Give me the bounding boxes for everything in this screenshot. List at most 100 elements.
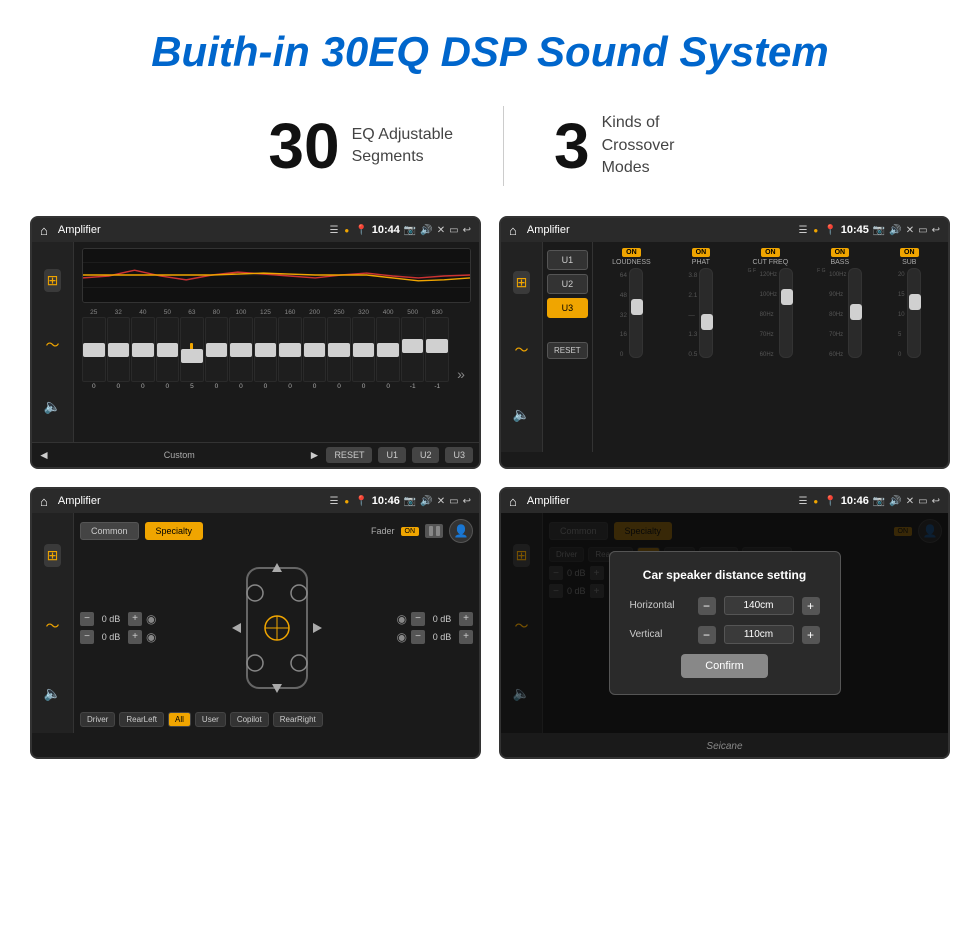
eq-band-track-12[interactable] bbox=[376, 317, 400, 382]
right-bot-plus[interactable]: + bbox=[459, 630, 473, 644]
left-top-minus[interactable]: − bbox=[80, 612, 94, 626]
sub-slider[interactable] bbox=[907, 268, 921, 358]
vertical-plus[interactable]: + bbox=[802, 626, 820, 644]
loudness-slider[interactable] bbox=[629, 268, 643, 358]
u3-cross-btn[interactable]: U3 bbox=[547, 298, 588, 318]
speaker-icon[interactable]: 🔈 bbox=[44, 398, 61, 415]
next-icon[interactable]: ► bbox=[309, 448, 321, 462]
vertical-minus[interactable]: − bbox=[698, 626, 716, 644]
back-icon4[interactable]: ↩ bbox=[932, 496, 940, 507]
eq-band-track-3[interactable] bbox=[156, 317, 180, 382]
u3-btn[interactable]: U3 bbox=[445, 447, 473, 463]
volume-icon[interactable]: 🔊 bbox=[420, 225, 432, 236]
home-icon3[interactable]: ⌂ bbox=[40, 494, 48, 509]
eq-band-track-10[interactable] bbox=[327, 317, 351, 382]
u1-btn[interactable]: U1 bbox=[378, 447, 406, 463]
distance-dialog: Car speaker distance setting Horizontal … bbox=[609, 551, 841, 695]
reset-cross-btn[interactable]: RESET bbox=[547, 342, 588, 359]
horizontal-minus[interactable]: − bbox=[698, 597, 716, 615]
phat-slider[interactable] bbox=[699, 268, 713, 358]
menu-icon4[interactable]: ☰ bbox=[798, 496, 807, 507]
back-icon[interactable]: ↩ bbox=[463, 225, 471, 236]
home-icon2[interactable]: ⌂ bbox=[509, 223, 517, 238]
camera-icon3[interactable]: 📷 bbox=[404, 496, 416, 507]
eq-band-track-13[interactable] bbox=[401, 317, 425, 382]
speaker-icon3[interactable]: 🔈 bbox=[44, 685, 61, 702]
confirm-button[interactable]: Confirm bbox=[681, 654, 768, 678]
left-top-plus[interactable]: + bbox=[128, 612, 142, 626]
camera-icon4[interactable]: 📷 bbox=[873, 496, 885, 507]
fader-slider[interactable] bbox=[425, 524, 443, 538]
wave-icon3[interactable]: 〜 bbox=[46, 616, 60, 636]
bass-label: BASS bbox=[830, 259, 849, 266]
home-icon4[interactable]: ⌂ bbox=[509, 494, 517, 509]
window-icon[interactable]: ▭ bbox=[449, 225, 458, 236]
screen3-left-panel: ⊞ 〜 🔈 bbox=[32, 513, 74, 733]
phat-on[interactable]: ON bbox=[692, 248, 711, 257]
window-icon4[interactable]: ▭ bbox=[918, 496, 927, 507]
menu-icon2[interactable]: ☰ bbox=[798, 225, 807, 236]
menu-icon3[interactable]: ☰ bbox=[329, 496, 338, 507]
volume-icon2[interactable]: 🔊 bbox=[889, 225, 901, 236]
volume-icon4[interactable]: 🔊 bbox=[889, 496, 901, 507]
wave-icon2[interactable]: 〜 bbox=[515, 340, 529, 360]
speaker-icon2[interactable]: 🔈 bbox=[513, 406, 530, 423]
close-icon3[interactable]: ✕ bbox=[437, 496, 445, 507]
copilot-btn[interactable]: Copilot bbox=[230, 712, 269, 727]
horizontal-plus[interactable]: + bbox=[802, 597, 820, 615]
close-icon4[interactable]: ✕ bbox=[906, 496, 914, 507]
all-btn[interactable]: All bbox=[168, 712, 191, 727]
close-icon[interactable]: ✕ bbox=[437, 225, 445, 236]
prev-icon[interactable]: ◄ bbox=[38, 448, 50, 462]
menu-icon[interactable]: ☰ bbox=[329, 225, 338, 236]
sub-on[interactable]: ON bbox=[900, 248, 919, 257]
common-tab[interactable]: Common bbox=[80, 522, 139, 540]
left-bot-minus[interactable]: − bbox=[80, 630, 94, 644]
eq-band-track-8[interactable] bbox=[278, 317, 302, 382]
rearleft-btn[interactable]: RearLeft bbox=[119, 712, 164, 727]
volume-icon3[interactable]: 🔊 bbox=[420, 496, 432, 507]
u1-cross-btn[interactable]: U1 bbox=[547, 250, 588, 270]
home-icon[interactable]: ⌂ bbox=[40, 223, 48, 238]
back-icon2[interactable]: ↩ bbox=[932, 225, 940, 236]
specialty-tab[interactable]: Specialty bbox=[145, 522, 204, 540]
eq-band-track-5[interactable] bbox=[205, 317, 229, 382]
eq-scroll-right[interactable]: » bbox=[451, 309, 471, 438]
cutfreq-slider[interactable] bbox=[779, 268, 793, 358]
wave-icon[interactable]: 〜 bbox=[46, 335, 60, 355]
window-icon2[interactable]: ▭ bbox=[918, 225, 927, 236]
bass-on[interactable]: ON bbox=[831, 248, 850, 257]
u2-cross-btn[interactable]: U2 bbox=[547, 274, 588, 294]
eq-icon[interactable]: ⊞ bbox=[44, 269, 62, 292]
eq-band-track-6[interactable] bbox=[229, 317, 253, 382]
eq-band-track-1[interactable] bbox=[107, 317, 131, 382]
right-bot-minus[interactable]: − bbox=[411, 630, 425, 644]
right-top-minus[interactable]: − bbox=[411, 612, 425, 626]
reset-btn[interactable]: RESET bbox=[326, 447, 372, 463]
loudness-on[interactable]: ON bbox=[622, 248, 641, 257]
eq-band-track-14[interactable] bbox=[425, 317, 449, 382]
bass-slider[interactable] bbox=[848, 268, 862, 358]
eq-band-track-11[interactable] bbox=[352, 317, 376, 382]
eq-icon2[interactable]: ⊞ bbox=[513, 271, 531, 294]
camera-icon[interactable]: 📷 bbox=[404, 225, 416, 236]
eq-icon3[interactable]: ⊞ bbox=[44, 544, 62, 567]
eq-band-track-0[interactable] bbox=[82, 317, 106, 382]
left-bot-plus[interactable]: + bbox=[128, 630, 142, 644]
close-icon2[interactable]: ✕ bbox=[906, 225, 914, 236]
right-top-plus[interactable]: + bbox=[459, 612, 473, 626]
back-icon3[interactable]: ↩ bbox=[463, 496, 471, 507]
eq-band-track-9[interactable] bbox=[303, 317, 327, 382]
eq-band-track-7[interactable] bbox=[254, 317, 278, 382]
eq-band-track-2[interactable] bbox=[131, 317, 155, 382]
rearright-btn[interactable]: RearRight bbox=[273, 712, 323, 727]
window-icon3[interactable]: ▭ bbox=[449, 496, 458, 507]
u2-btn[interactable]: U2 bbox=[412, 447, 440, 463]
user-btn[interactable]: User bbox=[195, 712, 226, 727]
cutfreq-on[interactable]: ON bbox=[761, 248, 780, 257]
camera-icon2[interactable]: 📷 bbox=[873, 225, 885, 236]
left-top-val: 0 dB bbox=[98, 614, 124, 624]
driver-btn[interactable]: Driver bbox=[80, 712, 115, 727]
eq-band-track-4[interactable] bbox=[180, 317, 204, 382]
dialog-title: Car speaker distance setting bbox=[630, 568, 820, 582]
